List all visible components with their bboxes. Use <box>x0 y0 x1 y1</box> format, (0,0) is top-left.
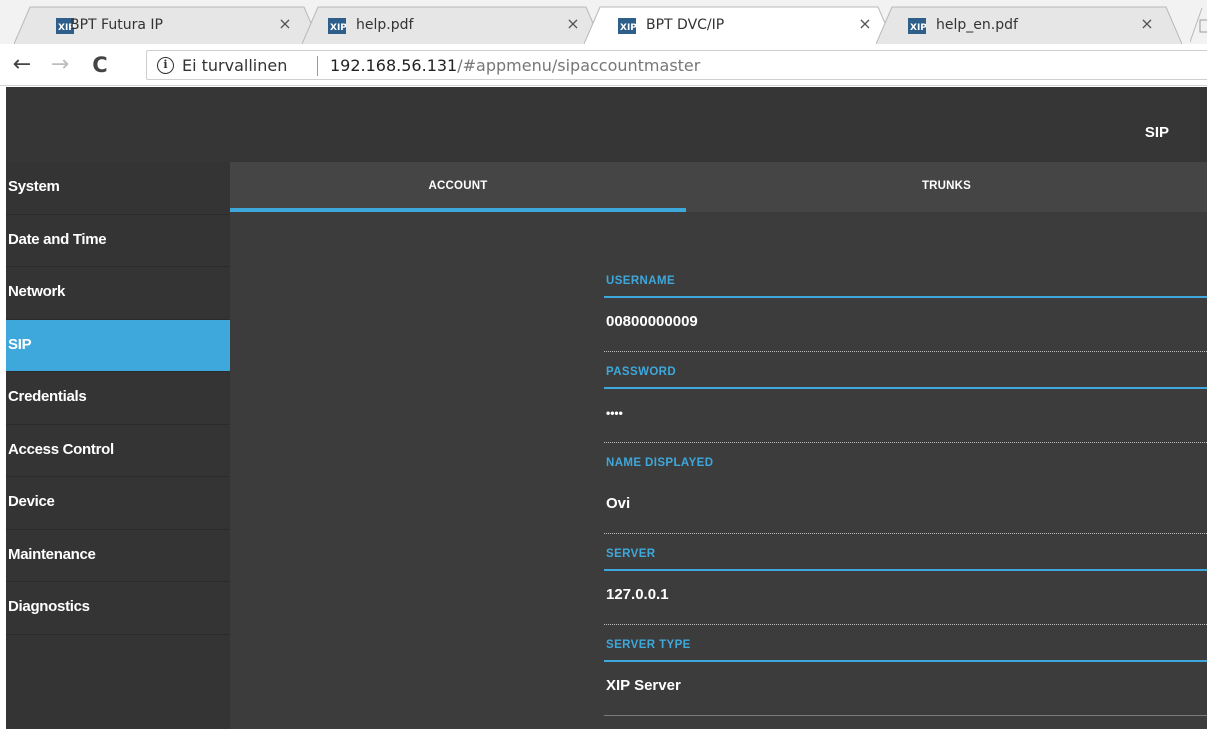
security-status[interactable]: Ei turvallinen <box>182 56 287 75</box>
page-title: SIP <box>1144 124 1169 141</box>
browser-toolbar: ← → C i Ei turvallinen 192.168.56.131/#a… <box>0 44 1207 86</box>
browser-tab-strip: XIP BPT Futura IP × XIP help.pdf × XIP B… <box>0 0 1207 44</box>
sidebar-item-network[interactable]: Network <box>6 267 230 320</box>
sidebar-item-access-control[interactable]: Access Control <box>6 425 230 477</box>
password-value[interactable]: •••• <box>606 406 623 420</box>
tab-account[interactable]: ACCOUNT <box>230 162 686 212</box>
browser-tab[interactable]: XIP BPT Futura IP × <box>14 6 320 44</box>
tab-trunks-label: TRUNKS <box>921 180 972 192</box>
server-type-value[interactable]: XIP Server <box>606 677 681 694</box>
field-separator <box>604 660 1207 662</box>
close-icon[interactable]: × <box>856 15 874 33</box>
svg-text:XIP: XIP <box>620 23 636 33</box>
active-tab-indicator <box>230 208 686 212</box>
svg-text:XIP: XIP <box>330 23 346 33</box>
url-path: /#appmenu/sipaccountmaster <box>457 56 701 75</box>
field-separator <box>604 387 1207 389</box>
field-separator <box>604 569 1207 571</box>
name-displayed-field[interactable]: NAME DISPLAYED Ovi <box>604 443 1207 534</box>
content-tabs: ACCOUNT TRUNKS <box>230 162 1207 212</box>
sidebar-item-system[interactable]: System <box>6 162 230 215</box>
info-icon[interactable]: i <box>157 57 174 74</box>
tab-title: BPT Futura IP <box>70 17 163 33</box>
sidebar-item-diagnostics[interactable]: Diagnostics <box>6 582 230 635</box>
tab-title: help_en.pdf <box>936 17 1018 33</box>
bpt-favicon-icon: XIP <box>328 18 346 34</box>
forward-arrow-icon[interactable]: → <box>46 51 74 79</box>
server-value[interactable]: 127.0.0.1 <box>606 586 669 603</box>
sidebar-item-maintenance[interactable]: Maintenance <box>6 530 230 582</box>
name-displayed-value[interactable]: Ovi <box>606 495 630 512</box>
field-separator <box>604 478 1207 480</box>
app-window: SIP System Date and Time Network SIP Cre… <box>6 87 1207 729</box>
sidebar: System Date and Time Network SIP Credent… <box>6 162 230 729</box>
field-label: SERVER <box>606 548 656 560</box>
address-bar[interactable]: i Ei turvallinen 192.168.56.131/#appmenu… <box>146 50 1207 80</box>
back-arrow-icon[interactable]: ← <box>8 51 36 79</box>
url-host: 192.168.56.131 <box>330 56 458 75</box>
tab-shape <box>302 6 602 44</box>
tab-title: help.pdf <box>356 17 414 33</box>
new-tab-button[interactable] <box>1189 6 1207 44</box>
bpt-favicon-icon: XIP <box>618 18 636 34</box>
browser-tab[interactable]: XIP help.pdf × <box>302 6 602 44</box>
server-type-field[interactable]: SERVER TYPE XIP Server <box>604 625 1207 716</box>
field-label: SERVER TYPE <box>606 639 691 651</box>
new-tab-shape <box>1189 7 1207 43</box>
tab-trunks[interactable]: TRUNKS <box>686 162 1207 212</box>
sidebar-item-date-and-time[interactable]: Date and Time <box>6 215 230 267</box>
sidebar-item-credentials[interactable]: Credentials <box>6 372 230 425</box>
close-icon[interactable]: × <box>1138 15 1156 33</box>
close-icon[interactable]: × <box>564 15 582 33</box>
field-separator <box>604 296 1207 298</box>
username-value[interactable]: 00800000009 <box>606 313 698 330</box>
browser-tab[interactable]: XIP help_en.pdf × <box>876 6 1182 44</box>
sip-account-form: USERNAME 00800000009 PASSWORD •••• NAME … <box>604 261 1207 716</box>
tab-title: BPT DVC/IP <box>646 17 725 33</box>
bpt-favicon-icon: XIP <box>908 18 926 34</box>
tab-account-label: ACCOUNT <box>428 180 488 192</box>
server-field[interactable]: SERVER 127.0.0.1 <box>604 534 1207 625</box>
field-label: NAME DISPLAYED <box>606 457 714 469</box>
url-text[interactable]: 192.168.56.131/#appmenu/sipaccountmaster <box>330 56 700 75</box>
close-icon[interactable]: × <box>276 15 294 33</box>
reload-icon[interactable]: C <box>86 51 114 79</box>
svg-text:XIP: XIP <box>910 23 926 33</box>
field-label: USERNAME <box>606 275 676 287</box>
username-field[interactable]: USERNAME 00800000009 <box>604 261 1207 352</box>
sidebar-item-device[interactable]: Device <box>6 477 230 530</box>
field-label: PASSWORD <box>606 366 677 378</box>
sidebar-item-sip[interactable]: SIP <box>6 319 230 372</box>
app-header: SIP <box>6 87 1207 162</box>
password-field[interactable]: PASSWORD •••• <box>604 352 1207 443</box>
address-divider <box>317 56 318 76</box>
browser-tab-active[interactable]: XIP BPT DVC/IP × <box>584 6 894 44</box>
